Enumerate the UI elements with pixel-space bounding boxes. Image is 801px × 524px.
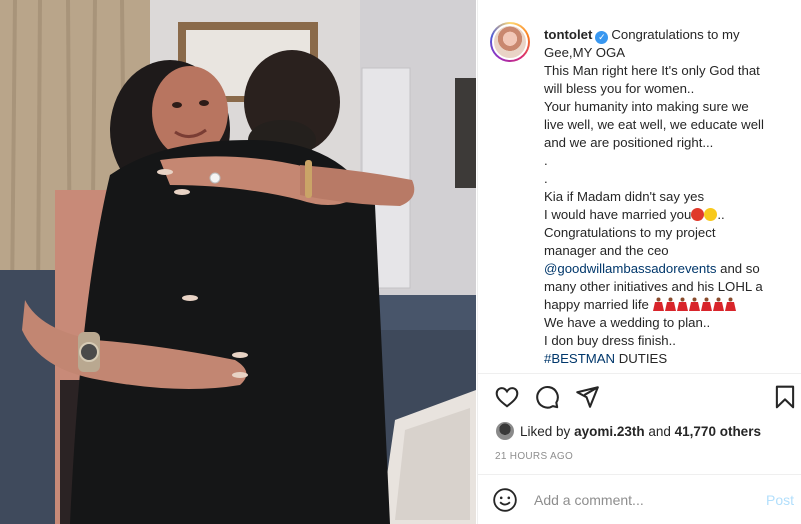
post-actions-bar — [492, 384, 798, 410]
caption-text: This Man right here It's only God that — [544, 63, 760, 78]
likes-and: and — [648, 423, 671, 439]
caption-text: happy married life — [544, 297, 649, 312]
post-caption: tontolet ✓ Congratulations to my Gee,MY OG… — [544, 26, 794, 368]
dancer-emoji-icon — [700, 297, 712, 311]
username-link[interactable]: tontolet — [544, 27, 592, 42]
caption-text: DUTIES — [615, 351, 668, 366]
post-photo[interactable] — [0, 0, 476, 524]
verified-badge-icon: ✓ — [595, 31, 609, 44]
mention-link[interactable]: @goodwillambassadorevents — [544, 261, 716, 276]
likes-count-link[interactable]: 41,770 others — [675, 424, 761, 439]
divider — [478, 373, 801, 374]
caption-text: and so — [716, 261, 760, 276]
caption-text: Gee,MY OGA — [544, 45, 626, 60]
caption-text: will bless you for women.. — [544, 81, 695, 96]
post-photo-illustration — [0, 0, 476, 524]
likes-prefix: Liked by — [520, 423, 571, 439]
likes-summary: Liked by ayomi.23th and 41,770 others — [496, 420, 761, 442]
liker-username-link[interactable]: ayomi.23th — [574, 424, 645, 439]
caption-text: .. — [717, 207, 725, 222]
post-comment-button[interactable]: Post — [766, 492, 794, 508]
caption-text: manager and the ceo — [544, 243, 669, 258]
caption-text: many other initiatives and his LOHL a — [544, 279, 763, 294]
dancer-emoji-row — [652, 297, 737, 312]
divider — [478, 474, 801, 475]
profile-avatar[interactable] — [490, 22, 530, 62]
caption-text: . — [544, 171, 548, 186]
caption-text: . — [544, 153, 548, 168]
share-button[interactable] — [574, 384, 600, 410]
comment-composer: Post — [492, 486, 798, 514]
caption-text: We have a wedding to plan.. — [544, 315, 711, 330]
dancer-emoji-icon — [652, 297, 664, 311]
caption-text: live well, we eat well, we educate well — [544, 117, 764, 132]
caption-text: Congratulations to my — [611, 27, 740, 42]
dancer-emoji-icon — [724, 297, 736, 311]
post-side-panel: tontolet ✓ Congratulations to my Gee,MY OG… — [477, 0, 801, 524]
share-icon — [576, 386, 599, 408]
liker-avatar[interactable] — [496, 422, 514, 440]
smiley-icon[interactable] — [492, 487, 518, 513]
caption-text: Kia if Madam didn't say yes — [544, 189, 705, 204]
dancer-emoji-icon — [688, 297, 700, 311]
grimacing-face-emoji-icon — [704, 208, 718, 221]
caption-text: and we are positioned right... — [544, 135, 714, 150]
comment-icon — [536, 386, 559, 409]
post-timestamp[interactable]: 21 HOURS AGO — [495, 451, 573, 462]
comment-button[interactable] — [534, 384, 560, 410]
dancer-emoji-icon — [664, 297, 676, 311]
hashtag-link[interactable]: #BESTMAN — [544, 351, 615, 366]
comment-input[interactable] — [534, 492, 766, 508]
save-button[interactable] — [772, 384, 798, 410]
avatar-image — [492, 24, 528, 60]
angry-face-emoji-icon — [691, 208, 705, 221]
caption-text: Congratulations to my project — [544, 225, 716, 240]
dancer-emoji-icon — [676, 297, 688, 311]
like-button[interactable] — [494, 384, 520, 410]
caption-text: Your humanity into making sure we — [544, 99, 749, 114]
dancer-emoji-icon — [712, 297, 724, 311]
bookmark-icon — [775, 385, 795, 409]
caption-text: I would have married you — [544, 207, 692, 222]
caption-text: I don buy dress finish.. — [544, 333, 676, 348]
heart-icon — [495, 387, 519, 408]
